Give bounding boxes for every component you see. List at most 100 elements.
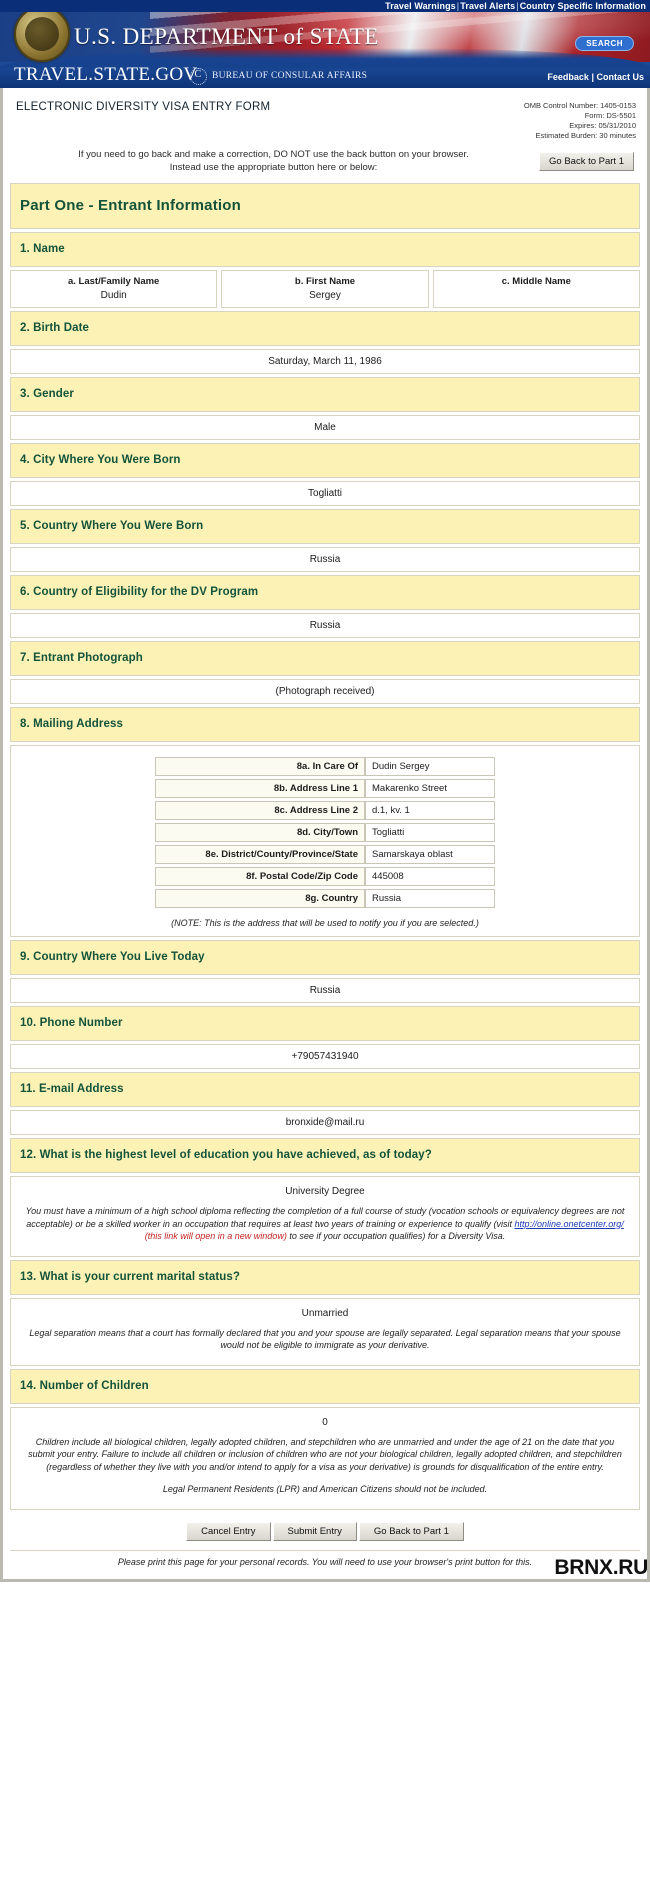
address-line-2-value: d.1, kv. 1: [365, 801, 495, 820]
city-of-birth-value: Togliatti: [10, 481, 640, 506]
question-8-label: 8. Mailing Address: [20, 718, 123, 730]
omb-info-block: OMB Control Number: 1405-0153 Form: DS-5…: [524, 101, 636, 141]
middle-name-field: c. Middle Name: [432, 270, 640, 308]
go-back-to-part-1-button-bottom[interactable]: Go Back to Part 1: [358, 1521, 464, 1541]
gender-value: Male: [10, 415, 640, 440]
marital-status-value: Unmarried: [301, 1307, 349, 1319]
question-12-label: 12. What is the highest level of educati…: [20, 1149, 432, 1161]
table-row: 8c. Address Line 2 d.1, kv. 1: [155, 801, 495, 820]
instruction-text: If you need to go back and make a correc…: [16, 148, 539, 174]
department-name: U.S. DEPARTMENT of STATE: [74, 24, 379, 50]
education-note-link-warning: (this link will open in a new window): [144, 1231, 287, 1241]
marital-status-note: Legal separation means that a court has …: [29, 1327, 621, 1351]
first-name-field: b. First Name Sergey: [221, 270, 429, 308]
question-10-label: 10. Phone Number: [20, 1017, 123, 1029]
photograph-status-value: (Photograph received): [10, 679, 640, 704]
question-12-header: 12. What is the highest level of educati…: [10, 1138, 640, 1173]
education-block: University Degree You must have a minimu…: [10, 1176, 640, 1257]
nav-country-specific-information[interactable]: Country Specific Information: [520, 1, 646, 11]
table-row: 8f. Postal Code/Zip Code 445008: [155, 867, 495, 886]
top-nav-links: Travel Warnings|Travel Alerts|Country Sp…: [385, 0, 646, 12]
question-5-header: 5. Country Where You Were Born: [10, 509, 640, 544]
travel-state-gov-logo[interactable]: TRAVEL.STATE.GOV: [14, 64, 197, 86]
table-row: 8g. Country Russia: [155, 889, 495, 908]
print-instruction-note: Please print this page for your personal…: [10, 1549, 640, 1575]
mailing-address-block: 8a. In Care Of Dudin Sergey 8b. Address …: [10, 745, 640, 937]
question-4-label: 4. City Where You Were Born: [20, 454, 181, 466]
form-expiration: Expires: 05/31/2010: [569, 121, 636, 130]
phone-number-value: +79057431940: [10, 1044, 640, 1069]
city-town-label: 8d. City/Town: [155, 823, 365, 842]
instruction-row: If you need to go back and make a correc…: [10, 145, 640, 180]
last-family-name-field: a. Last/Family Name Dudin: [10, 270, 218, 308]
question-2-header: 2. Birth Date: [10, 311, 640, 346]
watermark: BRNX.RU: [554, 1555, 648, 1579]
question-11-label: 11. E-mail Address: [20, 1083, 124, 1095]
instruction-line-1: If you need to go back and make a correc…: [78, 149, 469, 160]
omb-control-number: OMB Control Number: 1405-0153: [523, 101, 636, 110]
first-name-label: b. First Name: [294, 276, 356, 287]
nav-travel-warnings[interactable]: Travel Warnings: [385, 1, 456, 11]
address-line-2-label: 8c. Address Line 2: [155, 801, 365, 820]
middle-name-label: c. Middle Name: [501, 276, 571, 287]
question-14-header: 14. Number of Children: [10, 1368, 640, 1404]
form-frame: ELECTRONIC DIVERSITY VISA ENTRY FORM OMB…: [0, 88, 650, 1582]
site-banner: Travel Warnings|Travel Alerts|Country Sp…: [0, 0, 650, 88]
in-care-of-label: 8a. In Care Of: [155, 757, 365, 776]
form-inner: ELECTRONIC DIVERSITY VISA ENTRY FORM OMB…: [7, 88, 643, 1575]
mailing-address-table: 8a. In Care Of Dudin Sergey 8b. Address …: [155, 754, 495, 911]
question-1-header: 1. Name: [10, 232, 640, 267]
education-note: You must have a minimum of a high school…: [25, 1205, 625, 1243]
estimated-burden: Estimated Burden: 30 minutes: [535, 131, 636, 140]
table-row: 8d. City/Town Togliatti: [155, 823, 495, 842]
contact-us-link[interactable]: Contact Us: [596, 72, 644, 82]
email-address-value: bronxide@mail.ru: [10, 1110, 640, 1135]
education-level-value: University Degree: [285, 1186, 365, 1197]
city-town-value: Togliatti: [365, 823, 495, 842]
country-of-birth-value: Russia: [10, 547, 640, 572]
question-2-label: 2. Birth Date: [20, 322, 90, 334]
form-action-buttons: Cancel Entry Submit Entry Go Back to Par…: [10, 1513, 640, 1547]
marital-status-block: Unmarried Legal separation means that a …: [10, 1297, 640, 1366]
feedback-link[interactable]: Feedback: [547, 72, 589, 82]
question-13-label: 13. What is your current marital status?: [20, 1270, 241, 1283]
part-one-header: Part One - Entrant Information: [10, 183, 640, 229]
children-note-1: Children include all biological children…: [28, 1436, 622, 1472]
cancel-entry-button[interactable]: Cancel Entry: [186, 1521, 271, 1541]
question-14-label: 14. Number of Children: [20, 1379, 149, 1392]
children-block: 0 Children include all biological childr…: [10, 1406, 640, 1510]
postal-code-value: 445008: [365, 867, 495, 886]
country-of-residence-value: Russia: [10, 978, 640, 1003]
banner-footer-links: Feedback | Contact Us: [547, 72, 644, 82]
question-7-label: 7. Entrant Photograph: [20, 652, 143, 664]
go-back-to-part-1-button-top[interactable]: Go Back to Part 1: [539, 151, 634, 171]
number-of-children-value: 0: [322, 1416, 328, 1428]
question-3-header: 3. Gender: [10, 377, 640, 412]
table-row: 8e. District/County/Province/State Samar…: [155, 845, 495, 864]
question-7-header: 7. Entrant Photograph: [10, 641, 640, 676]
nav-travel-alerts[interactable]: Travel Alerts: [460, 1, 515, 11]
feedback-separator: |: [591, 72, 594, 82]
form-title-row: ELECTRONIC DIVERSITY VISA ENTRY FORM OMB…: [10, 92, 640, 145]
district-province-state-label: 8e. District/County/Province/State: [155, 845, 365, 864]
question-5-label: 5. Country Where You Were Born: [20, 520, 204, 532]
last-family-name-label: a. Last/Family Name: [67, 276, 160, 287]
first-name-value: Sergey: [309, 290, 341, 301]
address-line-1-label: 8b. Address Line 1: [155, 779, 365, 798]
middle-name-value: [438, 287, 635, 301]
dv-entry-page: Travel Warnings|Travel Alerts|Country Sp…: [0, 0, 650, 1582]
in-care-of-value: Dudin Sergey: [365, 757, 495, 776]
question-9-header: 9. Country Where You Live Today: [10, 940, 640, 975]
question-4-header: 4. City Where You Were Born: [10, 443, 640, 478]
search-button[interactable]: SEARCH: [575, 36, 634, 51]
question-8-header: 8. Mailing Address: [10, 707, 640, 742]
table-row: 8a. In Care Of Dudin Sergey: [155, 757, 495, 776]
submit-entry-button[interactable]: Submit Entry: [272, 1521, 357, 1541]
address-country-label: 8g. Country: [155, 889, 365, 908]
last-family-name-value: Dudin: [100, 290, 127, 301]
question-13-header: 13. What is your current marital status?: [10, 1259, 640, 1295]
question-3-label: 3. Gender: [20, 388, 74, 400]
address-line-1-value: Makarenko Street: [365, 779, 495, 798]
part-one-title: Part One - Entrant Information: [20, 197, 242, 214]
onetcenter-link[interactable]: http://online.onetcenter.org/: [515, 1219, 624, 1229]
